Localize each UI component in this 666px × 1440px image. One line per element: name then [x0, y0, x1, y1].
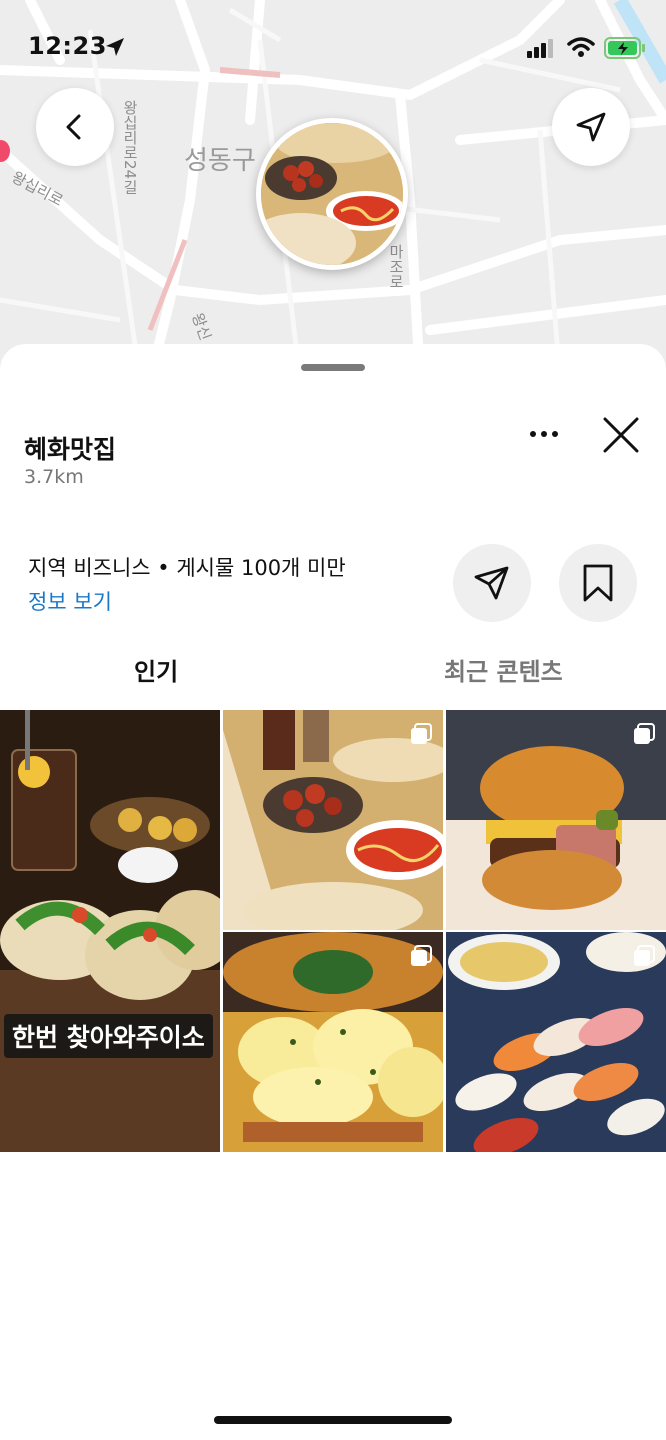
wifi-icon [567, 37, 595, 57]
place-sheet: 혜화맛집 3.7km 지역 비즈니스 • 게시물 100개 미만 정보 보기 인… [0, 344, 666, 1440]
tab-recent[interactable]: 최근 콘텐츠 [444, 652, 563, 687]
my-location-button[interactable] [552, 88, 630, 166]
home-indicator[interactable] [214, 1416, 452, 1424]
save-button[interactable] [559, 544, 637, 622]
place-distance: 3.7km [24, 466, 84, 488]
navigate-icon [576, 112, 606, 142]
multiple-posts-icon [411, 723, 432, 744]
signal-icon [527, 39, 553, 58]
share-button[interactable] [453, 544, 531, 622]
multiple-posts-icon [634, 723, 655, 744]
status-bar: 12:23 [0, 0, 666, 96]
more-icon[interactable] [524, 420, 564, 448]
place-name: 혜화맛집 [24, 435, 117, 464]
post-thumbnail[interactable]: 한번 찾아와주이소 [0, 710, 220, 1152]
place-meta: 지역 비즈니스 • 게시물 100개 미만 [28, 556, 346, 580]
post-overlay-text: 한번 찾아와주이소 [4, 1014, 213, 1058]
post-image [0, 710, 220, 1152]
location-arrow-icon [106, 38, 124, 56]
map-district-label: 성동구 [184, 146, 256, 176]
post-thumbnail[interactable] [223, 710, 443, 930]
tab-popular[interactable]: 인기 [134, 652, 178, 687]
back-icon [66, 114, 81, 140]
share-icon [474, 566, 509, 600]
post-grid: 한번 찾아와주이소 [0, 710, 666, 1152]
map-road-label: 왕십리로24길 [121, 100, 139, 195]
multiple-posts-icon [411, 945, 432, 966]
status-time: 12:23 [28, 32, 107, 60]
back-button[interactable] [36, 88, 114, 166]
info-link[interactable]: 정보 보기 [28, 586, 112, 616]
post-thumbnail[interactable] [446, 710, 666, 930]
place-photo-pin[interactable] [256, 118, 408, 270]
sheet-handle[interactable] [301, 364, 365, 371]
battery-icon [604, 37, 645, 59]
bookmark-icon [583, 564, 613, 602]
close-icon[interactable] [600, 414, 642, 456]
post-thumbnail[interactable] [446, 932, 666, 1152]
multiple-posts-icon [634, 945, 655, 966]
post-thumbnail[interactable] [223, 932, 443, 1152]
